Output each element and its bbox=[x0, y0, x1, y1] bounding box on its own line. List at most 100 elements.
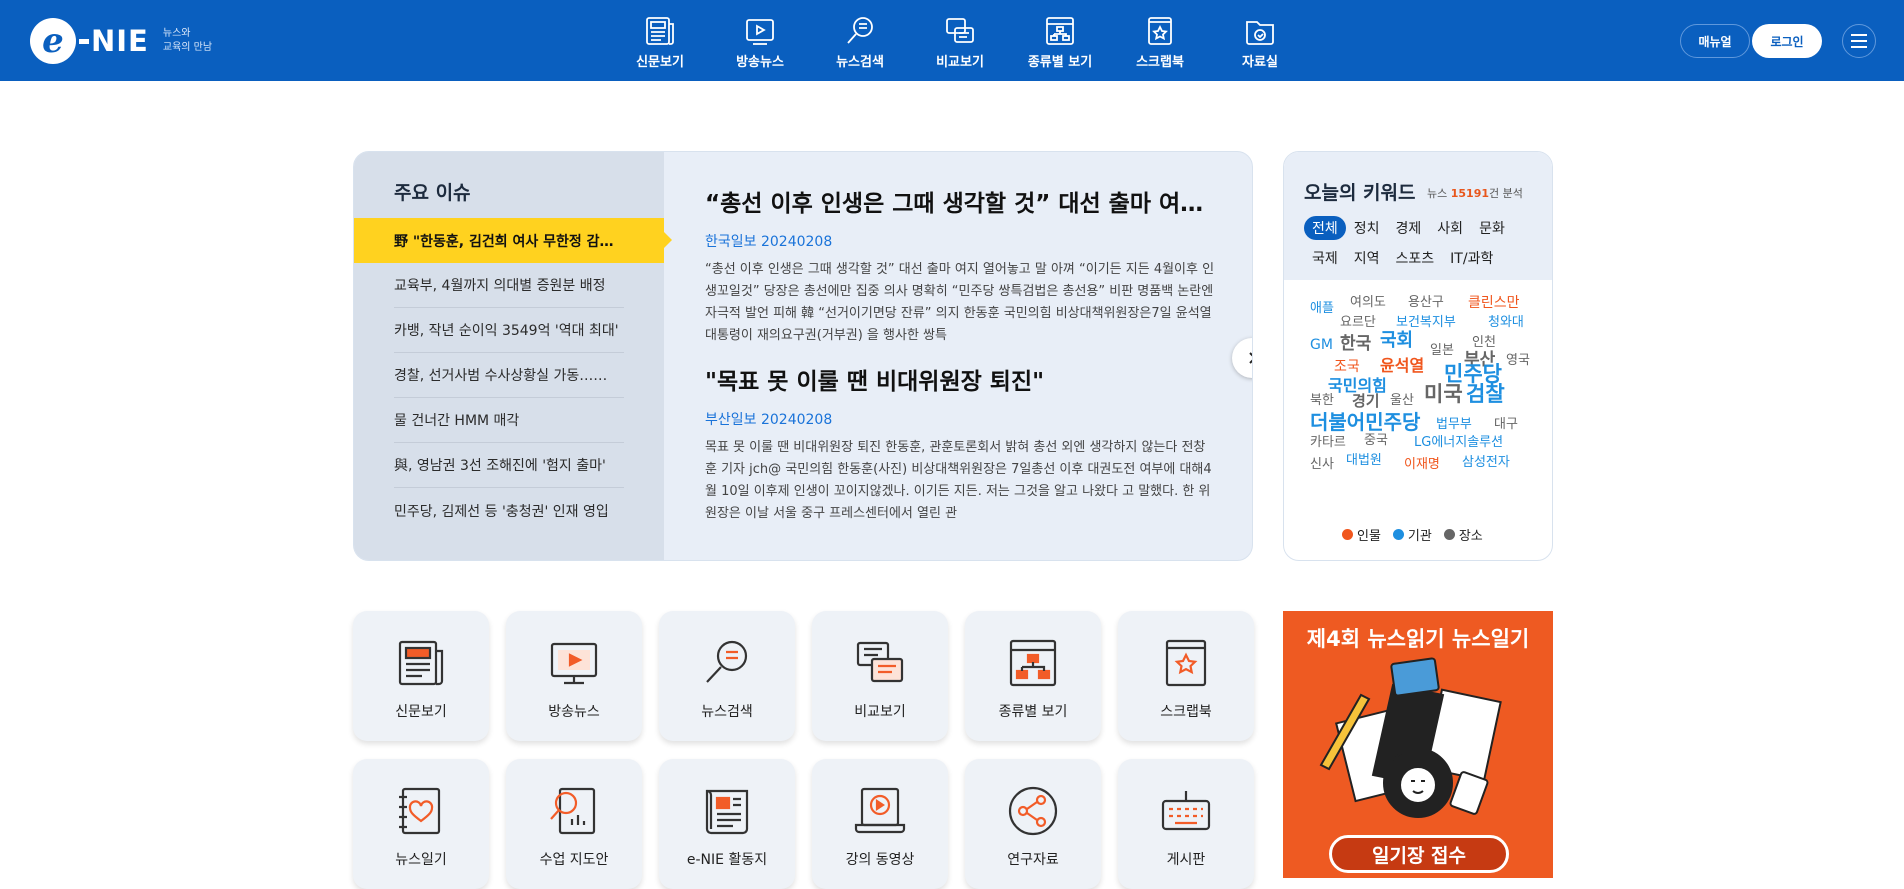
keyword[interactable]: 법무부 bbox=[1436, 418, 1472, 431]
keyword[interactable]: GM bbox=[1310, 338, 1333, 352]
quick-scrapbook[interactable]: 스크랩북 bbox=[1118, 611, 1254, 741]
nav-label: 비교보기 bbox=[936, 55, 984, 70]
keyword[interactable]: 국회 bbox=[1380, 332, 1413, 350]
nav-label: 자료실 bbox=[1242, 55, 1278, 70]
search-icon bbox=[847, 17, 873, 44]
tab-economy[interactable]: 경제 bbox=[1388, 216, 1430, 240]
issue-item[interactable]: 민주당, 김제선 등 '충청권' 인재 영입 bbox=[354, 488, 664, 533]
keyword[interactable]: 카타르 bbox=[1310, 436, 1346, 449]
tab-all[interactable]: 전체 bbox=[1304, 216, 1346, 240]
tab-society[interactable]: 사회 bbox=[1429, 216, 1471, 240]
issue-list: 野 "한동훈, 김건희 여사 무한정 감싸기" 교육부, 4월까지 의대별 증원… bbox=[354, 218, 672, 533]
quick-lesson-plan[interactable]: 수업 지도안 bbox=[506, 759, 642, 889]
keyword[interactable]: 대법원 bbox=[1346, 454, 1382, 467]
tab-culture[interactable]: 문화 bbox=[1471, 216, 1513, 240]
next-article-button[interactable] bbox=[1232, 338, 1252, 378]
issue-item[interactable]: 카뱅, 작년 순이익 3549억 '역대 최대' bbox=[354, 308, 664, 353]
logo-e-mark: e bbox=[30, 18, 76, 64]
logo-tagline: 뉴스와 교육의 만남 bbox=[163, 27, 212, 55]
article-title[interactable]: “총선 이후 인생은 그때 생각할 것” 대선 출마 여지 열어놓고 bbox=[705, 184, 1215, 218]
nav-newspaper[interactable]: 신문보기 bbox=[610, 14, 710, 70]
quick-news-diary[interactable]: 뉴스일기 bbox=[353, 759, 489, 889]
newspaper-icon bbox=[646, 17, 674, 45]
banner-submit-button[interactable]: 일기장 접수 bbox=[1329, 835, 1509, 873]
quick-board[interactable]: 게시판 bbox=[1118, 759, 1254, 889]
nav-archive[interactable]: 자료실 bbox=[1210, 14, 1310, 70]
keyword[interactable]: 경기 bbox=[1352, 394, 1380, 409]
site-logo[interactable]: e NIE 뉴스와 교육의 만남 bbox=[30, 18, 212, 64]
tab-region[interactable]: 지역 bbox=[1346, 246, 1388, 270]
manual-button[interactable]: 매뉴얼 bbox=[1680, 24, 1750, 58]
compare-icon bbox=[856, 641, 904, 683]
main-issues-panel: 주요 이슈 野 "한동훈, 김건희 여사 무한정 감싸기" 교육부, 4월까지 … bbox=[353, 151, 1253, 561]
hamburger-menu-button[interactable] bbox=[1842, 24, 1876, 58]
keyword[interactable]: 미국 bbox=[1424, 384, 1463, 405]
issue-item[interactable]: 與, 영남권 3선 조해진에 '험지 출마' bbox=[354, 443, 664, 488]
nav-label: 스크랩북 bbox=[1136, 55, 1184, 70]
login-button[interactable]: 로그인 bbox=[1752, 24, 1822, 58]
keyword[interactable]: 검찰 bbox=[1466, 384, 1505, 405]
keyword-category-tabs: 전체 정치 경제 사회 문화 국제 지역 스포츠 IT/과학 bbox=[1304, 216, 1544, 270]
issues-sidebar: 주요 이슈 野 "한동훈, 김건희 여사 무한정 감싸기" 교육부, 4월까지 … bbox=[354, 152, 672, 560]
keyword[interactable]: 윤석열 bbox=[1380, 358, 1424, 374]
keyword[interactable]: 보건복지부 bbox=[1396, 316, 1456, 329]
legend-place: 장소 bbox=[1443, 525, 1483, 544]
issue-item[interactable]: 물 건너간 HMM 매각 bbox=[354, 398, 664, 443]
keyword[interactable]: 중국 bbox=[1364, 434, 1388, 447]
quick-broadcast[interactable]: 방송뉴스 bbox=[506, 611, 642, 741]
banner-title: 제4회 뉴스읽기 뉴스일기 bbox=[1306, 627, 1530, 651]
article-card-1[interactable]: “총선 이후 인생은 그때 생각할 것” 대선 출마 여지 열어놓고 한국일보 … bbox=[705, 184, 1215, 347]
keyword[interactable]: 청와대 bbox=[1488, 316, 1524, 329]
keyword[interactable]: 울산 bbox=[1390, 394, 1414, 407]
keyword[interactable]: 더불어민주당 bbox=[1310, 412, 1420, 432]
keyword[interactable]: 애플 bbox=[1310, 302, 1334, 315]
logo-wordmark: NIE bbox=[91, 24, 149, 58]
quick-label: 뉴스검색 bbox=[701, 704, 753, 720]
keyword[interactable]: 신사 bbox=[1310, 458, 1334, 471]
quick-news-search[interactable]: 뉴스검색 bbox=[659, 611, 795, 741]
quick-video-lecture[interactable]: 강의 동영상 bbox=[812, 759, 948, 889]
article-summary: “총선 이후 인생은 그때 생각할 것” 대선 출마 여지 열어놓고 말 아껴 … bbox=[705, 262, 1215, 343]
quick-category[interactable]: 종류별 보기 bbox=[965, 611, 1101, 741]
nav-broadcast[interactable]: 방송뉴스 bbox=[710, 14, 810, 70]
keyword[interactable]: LG에너지솔루션 bbox=[1414, 436, 1503, 449]
keyword[interactable]: 조국 bbox=[1334, 360, 1360, 374]
issue-item[interactable]: 교육부, 4월까지 의대별 증원분 배정 bbox=[354, 263, 664, 308]
keyword[interactable]: 일본 bbox=[1430, 344, 1454, 357]
news-diary-contest-banner[interactable]: 제4회 뉴스읽기 뉴스일기 일기장 접수 bbox=[1283, 611, 1553, 878]
nav-category[interactable]: 종류별 보기 bbox=[1010, 14, 1110, 70]
video-lecture-icon bbox=[854, 787, 906, 834]
quick-worksheet[interactable]: e-NIE 활동지 bbox=[659, 759, 795, 889]
article-card-2[interactable]: "목표 못 이룰 땐 비대위원장 퇴진" 부산일보 20240208 목표 못 … bbox=[705, 362, 1215, 525]
keyword[interactable]: 북한 bbox=[1310, 394, 1334, 407]
issue-item[interactable]: 野 "한동훈, 김건희 여사 무한정 감싸기" bbox=[354, 218, 672, 263]
tab-sports[interactable]: 스포츠 bbox=[1388, 246, 1443, 270]
legend-dot-icon bbox=[1392, 529, 1404, 540]
keyword[interactable]: 삼성전자 bbox=[1462, 456, 1510, 469]
quick-compare[interactable]: 비교보기 bbox=[812, 611, 948, 741]
logo-dash bbox=[79, 38, 89, 44]
nav-compare[interactable]: 비교보기 bbox=[910, 14, 1010, 70]
article-title[interactable]: "목표 못 이룰 땐 비대위원장 퇴진" bbox=[705, 362, 1215, 396]
nav-label: 신문보기 bbox=[636, 55, 684, 70]
keyword[interactable]: 이재명 bbox=[1404, 458, 1440, 471]
tab-international[interactable]: 국제 bbox=[1304, 246, 1346, 270]
tab-it-science[interactable]: IT/과학 bbox=[1442, 246, 1501, 270]
issue-item[interactable]: 경찰, 선거사범 수사상황실 가동…… bbox=[354, 353, 664, 398]
keyword[interactable]: 인천 bbox=[1472, 336, 1496, 349]
quick-research[interactable]: 연구자료 bbox=[965, 759, 1101, 889]
tab-politics[interactable]: 정치 bbox=[1346, 216, 1388, 240]
keyword[interactable]: 대구 bbox=[1494, 418, 1518, 431]
worksheet-icon bbox=[705, 789, 749, 835]
quick-newspaper[interactable]: 신문보기 bbox=[353, 611, 489, 741]
keyword[interactable]: 클린스만 bbox=[1468, 296, 1520, 310]
keyword[interactable]: 용산구 bbox=[1408, 296, 1444, 309]
keyword[interactable]: 영국 bbox=[1506, 354, 1530, 367]
keyword[interactable]: 여의도 bbox=[1350, 296, 1386, 309]
category-icon bbox=[1046, 17, 1074, 45]
nav-label: 뉴스검색 bbox=[836, 55, 884, 70]
keyword[interactable]: 한국 bbox=[1340, 336, 1371, 353]
nav-scrapbook[interactable]: 스크랩북 bbox=[1110, 14, 1210, 70]
keyword[interactable]: 요르단 bbox=[1340, 316, 1376, 329]
nav-news-search[interactable]: 뉴스검색 bbox=[810, 14, 910, 70]
